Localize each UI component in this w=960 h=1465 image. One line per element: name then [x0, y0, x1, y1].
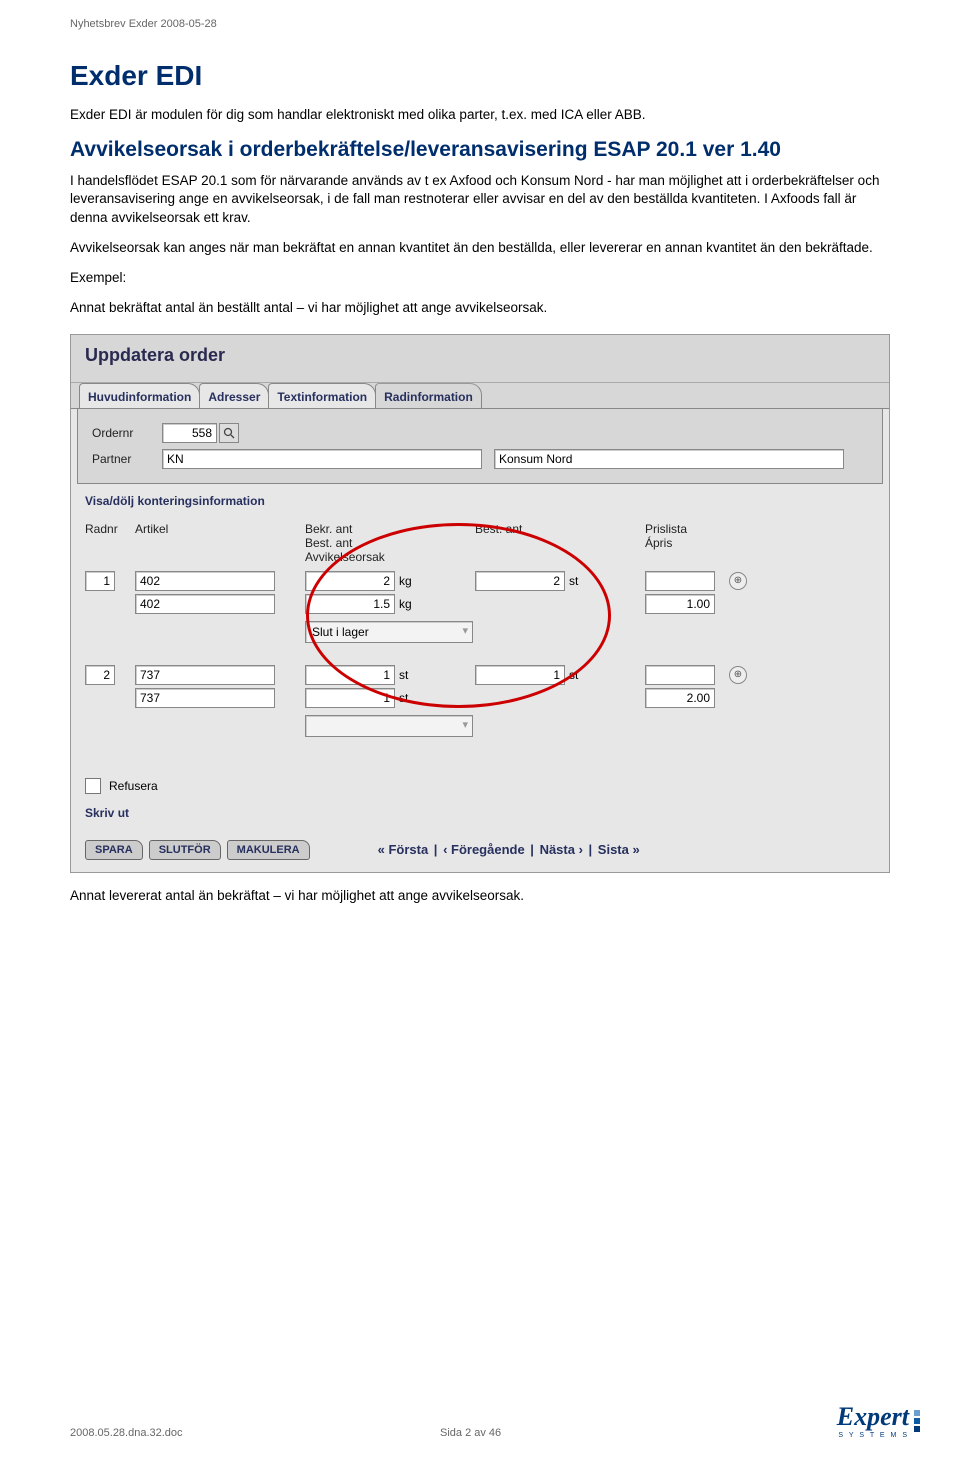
- row1-pris[interactable]: [645, 571, 715, 591]
- pager: « Första | ‹ Föregående | Nästa › | Sist…: [376, 842, 642, 857]
- h1-title: Exder EDI: [70, 60, 890, 92]
- paragraph-6: Annat levererat antal än bekräftat – vi …: [70, 887, 890, 905]
- paragraph-4: Exempel:: [70, 269, 890, 287]
- footer-filename: 2008.05.28.dna.32.doc: [70, 1427, 183, 1439]
- col-header-best2: Best. ant: [475, 522, 645, 536]
- pager-last[interactable]: Sista »: [596, 842, 642, 857]
- col-header-bekr-1: Bekr. ant: [305, 522, 475, 536]
- tab-huvudinformation[interactable]: Huvudinformation: [79, 383, 200, 408]
- pager-next[interactable]: Nästa ›: [538, 842, 585, 857]
- row1-best-inner[interactable]: [305, 594, 395, 614]
- tab-radinformation[interactable]: Radinformation: [375, 383, 482, 408]
- refusera-label: Refusera: [109, 779, 158, 793]
- spara-button[interactable]: SPARA: [85, 840, 143, 860]
- label-ordernr: Ordernr: [92, 426, 162, 440]
- row1-unit3: st: [569, 574, 593, 588]
- col-header-radnr: Radnr: [85, 522, 135, 536]
- row2-bekr[interactable]: [305, 665, 395, 685]
- pager-first[interactable]: « Första: [376, 842, 431, 857]
- logo-dots-icon: [914, 1410, 920, 1432]
- row2-unit1: st: [399, 668, 423, 682]
- footer-page: Sida 2 av 46: [440, 1427, 501, 1439]
- makulera-button[interactable]: MAKULERA: [227, 840, 310, 860]
- col-header-bekr-3: Avvikelseorsak: [305, 550, 475, 564]
- panel-title: Uppdatera order: [71, 335, 889, 383]
- row1-best2[interactable]: [475, 571, 565, 591]
- paragraph-5: Annat bekräftat antal än beställt antal …: [70, 299, 890, 317]
- input-partner-name[interactable]: [494, 449, 844, 469]
- col-header-pris: Prislista Ápris: [645, 522, 765, 550]
- col-header-pris-2: Ápris: [645, 536, 765, 550]
- grid-area: Radnr Artikel Bekr. ant Best. ant Avvike…: [71, 508, 889, 754]
- toggle-kontering-link[interactable]: Visa/dölj konteringsinformation: [71, 484, 889, 508]
- page-header: Nyhetsbrev Exder 2008-05-28: [70, 18, 217, 30]
- col-header-artikel: Artikel: [135, 522, 305, 536]
- row2-artikel1[interactable]: [135, 665, 275, 685]
- row2-avvikelse-select[interactable]: [305, 715, 473, 737]
- row2-best2[interactable]: [475, 665, 565, 685]
- paragraph-3: Avvikelseorsak kan anges när man bekräft…: [70, 239, 890, 257]
- row2-unit2: st: [399, 691, 423, 705]
- logo-text: Expert: [837, 1402, 909, 1432]
- lookup-icon[interactable]: ⊕: [729, 666, 747, 684]
- refusera-checkbox[interactable]: [85, 778, 101, 794]
- input-partner-code[interactable]: [162, 449, 482, 469]
- expert-logo: Expert S Y S T E M S: [837, 1402, 920, 1439]
- col-header-bekr-2: Best. ant: [305, 536, 475, 550]
- row2-unit3: st: [569, 668, 593, 682]
- col-header-bekr: Bekr. ant Best. ant Avvikelseorsak: [305, 522, 475, 564]
- pager-prev[interactable]: ‹ Föregående: [441, 842, 527, 857]
- row1-unit2: kg: [399, 597, 423, 611]
- row2-pris[interactable]: [645, 665, 715, 685]
- row1-radnr[interactable]: [85, 571, 115, 591]
- h2-title: Avvikelseorsak i orderbekräftelse/levera…: [70, 138, 890, 162]
- row1-avvikelse-select[interactable]: Slut i lager: [305, 621, 473, 643]
- row2-artikel2[interactable]: [135, 688, 275, 708]
- label-partner: Partner: [92, 452, 162, 466]
- row2-radnr[interactable]: [85, 665, 115, 685]
- row1-unit1: kg: [399, 574, 423, 588]
- row1-apris[interactable]: [645, 594, 715, 614]
- row1-artikel2[interactable]: [135, 594, 275, 614]
- input-ordernr[interactable]: [162, 423, 217, 443]
- header-form: Ordernr Partner: [77, 409, 883, 484]
- skrivut-link[interactable]: Skriv ut: [71, 800, 889, 834]
- row1-bekr[interactable]: [305, 571, 395, 591]
- row2-best-inner[interactable]: [305, 688, 395, 708]
- tab-textinformation[interactable]: Textinformation: [268, 383, 376, 408]
- tab-bar: Huvudinformation Adresser Textinformatio…: [71, 383, 889, 409]
- logo-subtext: S Y S T E M S: [837, 1432, 909, 1439]
- search-icon[interactable]: [219, 423, 239, 443]
- row1-artikel1[interactable]: [135, 571, 275, 591]
- lookup-icon[interactable]: ⊕: [729, 572, 747, 590]
- tab-adresser[interactable]: Adresser: [199, 383, 269, 408]
- row2-apris[interactable]: [645, 688, 715, 708]
- paragraph-2: I handelsflödet ESAP 20.1 som för närvar…: [70, 172, 890, 227]
- app-screenshot: Uppdatera order Huvudinformation Adresse…: [70, 334, 890, 873]
- slutfor-button[interactable]: SLUTFÖR: [149, 840, 221, 860]
- intro-paragraph: Exder EDI är modulen för dig som handlar…: [70, 106, 890, 124]
- col-header-pris-1: Prislista: [645, 522, 765, 536]
